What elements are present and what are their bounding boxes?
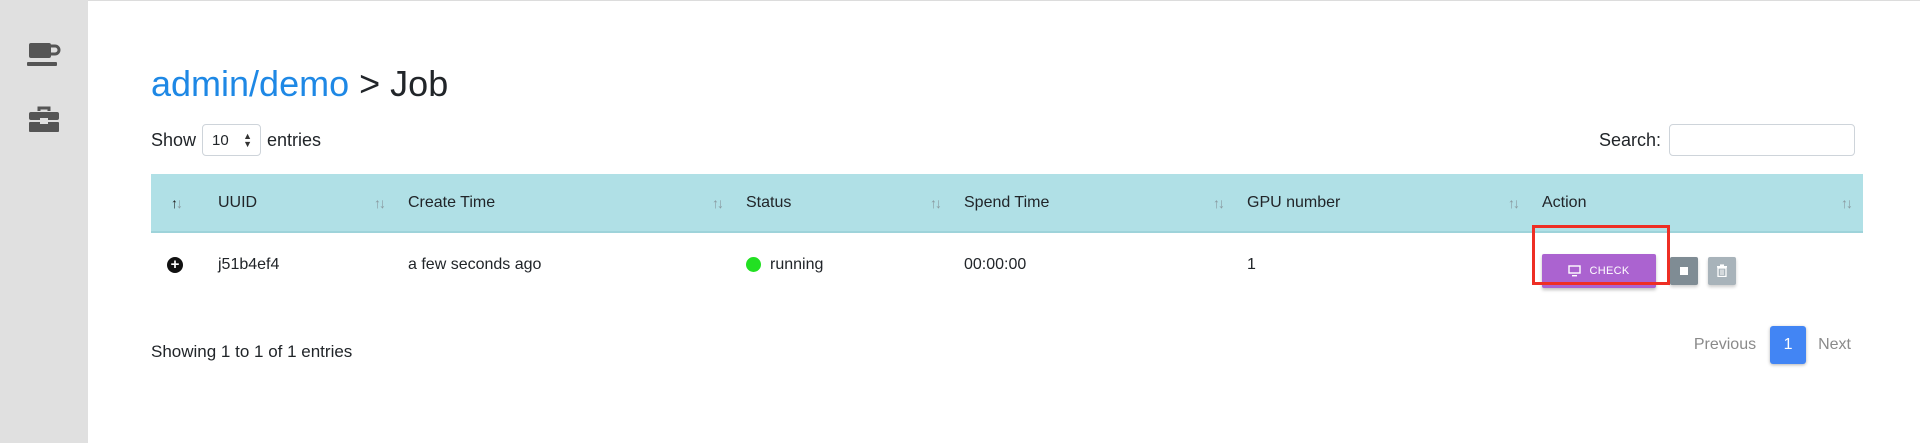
spend-time-cell: 00:00:00	[964, 255, 1027, 273]
gpu-number-cell: 1	[1247, 255, 1256, 273]
uuid-cell: j51b4ef4	[218, 255, 280, 273]
delete-button[interactable]	[1708, 256, 1736, 285]
search-label: Search:	[1598, 129, 1661, 150]
next-page-link[interactable]: Next	[1818, 336, 1851, 354]
column-header-create-time[interactable]: Create Time ↑↓	[396, 174, 734, 232]
pagination: Previous 1 Next	[1694, 326, 1851, 364]
trash-icon	[1717, 264, 1727, 277]
search-input[interactable]	[1669, 124, 1855, 156]
expand-row-icon[interactable]: +	[167, 256, 183, 273]
status-text: running	[770, 255, 824, 273]
sort-icon: ↑↓	[930, 194, 942, 211]
sort-icon: ↑↓	[1508, 194, 1520, 211]
search-control: Search:	[1599, 123, 1855, 157]
column-header-status[interactable]: Status ↑↓	[734, 174, 952, 232]
show-label: Show	[151, 129, 197, 150]
column-header-gpu-number[interactable]: GPU number ↑↓	[1235, 174, 1530, 232]
sort-icon: ↑↓	[374, 194, 386, 211]
sidebar	[0, 0, 88, 443]
select-caret-icon: ▲ ▼	[243, 131, 253, 149]
sort-asc-icon: ↑↓	[171, 194, 183, 211]
previous-page-link[interactable]: Previous	[1694, 336, 1756, 354]
column-header-uuid[interactable]: UUID ↑↓	[206, 174, 396, 232]
table-info: Showing 1 to 1 of 1 entries	[151, 342, 353, 361]
column-header-spend-time[interactable]: Spend Time ↑↓	[952, 174, 1235, 232]
page-1-button[interactable]: 1	[1770, 326, 1807, 364]
table-row: + j51b4ef4 a few seconds ago running 00:…	[151, 224, 1863, 296]
jobs-table: ↑↓ UUID ↑↓ Create Time ↑↓ Status ↑↓ Spend T…	[151, 174, 1863, 296]
column-header-action[interactable]: Action ↑↓	[1530, 174, 1863, 232]
stop-button[interactable]	[1670, 256, 1698, 285]
sort-icon: ↑↓	[712, 194, 724, 211]
top-border	[0, 0, 1920, 1]
sort-icon: ↑↓	[1841, 194, 1853, 211]
breadcrumb-separator: >	[359, 63, 381, 104]
table-header-row: ↑↓ UUID ↑↓ Create Time ↑↓ Status ↑↓ Spend T…	[151, 174, 1863, 232]
status-dot-icon	[746, 257, 761, 272]
status-cell: running	[734, 232, 952, 296]
breadcrumb-link[interactable]: admin/demo	[151, 63, 349, 104]
entries-label: entries	[267, 129, 322, 150]
sort-icon: ↑↓	[1213, 194, 1225, 211]
entries-select[interactable]: 10 ▲ ▼	[202, 124, 262, 156]
highlight-box	[1532, 224, 1670, 285]
toolbox-icon[interactable]	[26, 102, 62, 136]
page-title: admin/demo > Job	[151, 62, 448, 106]
entries-length-control: Show 10 ▲ ▼ entries	[151, 123, 321, 157]
column-header-control[interactable]: ↑↓	[151, 174, 206, 232]
entries-select-value: 10	[212, 131, 229, 149]
create-time-cell: a few seconds ago	[408, 255, 542, 273]
page-title-text: Job	[390, 63, 449, 104]
stop-icon	[1680, 266, 1688, 275]
action-cell: CHECK	[1530, 224, 1863, 296]
coffee-cup-icon[interactable]	[26, 38, 62, 72]
